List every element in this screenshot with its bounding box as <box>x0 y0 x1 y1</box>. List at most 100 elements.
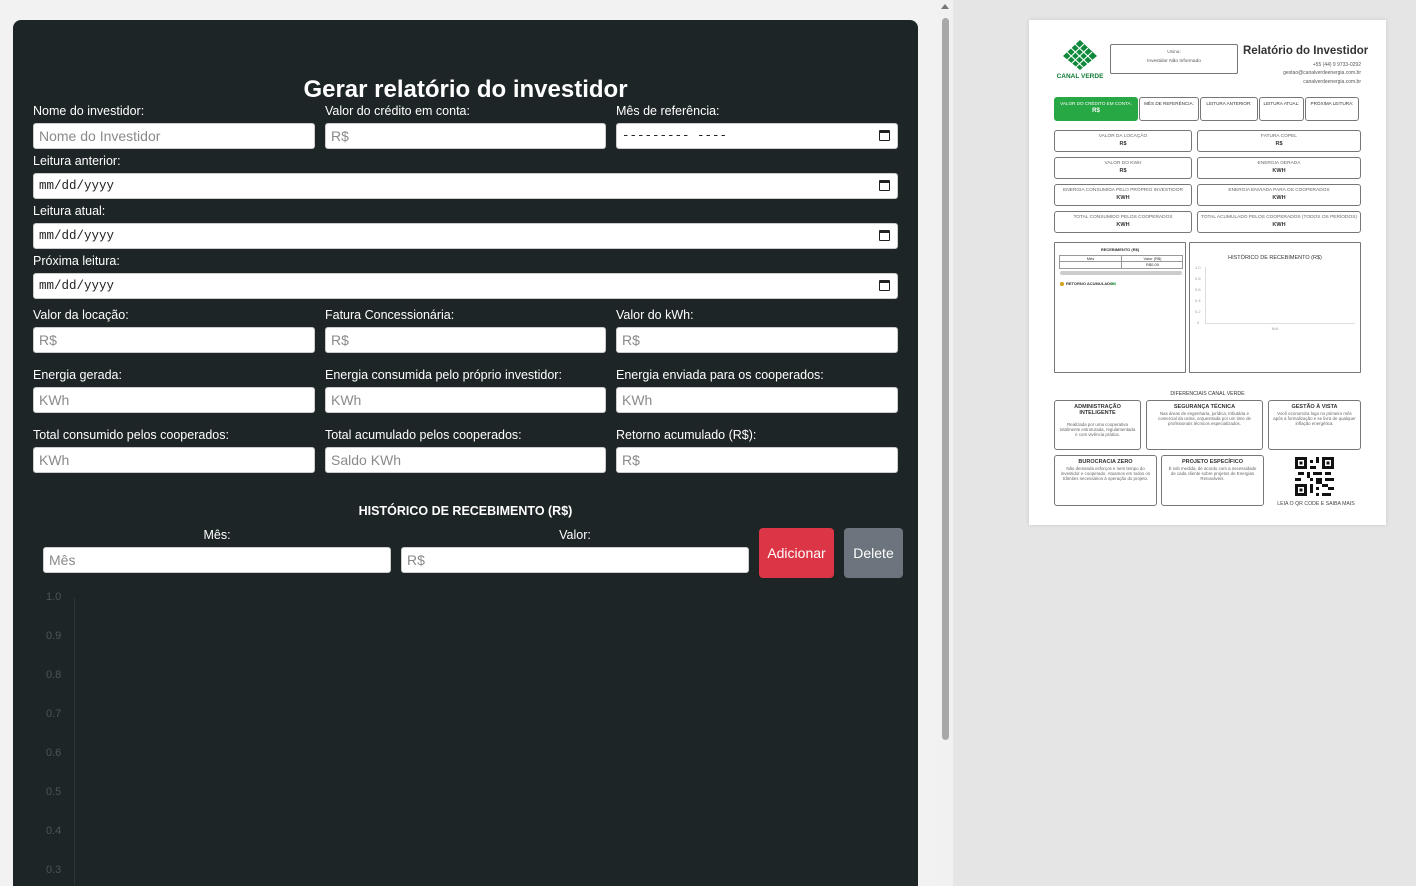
card-label: FATURA COPEL <box>1261 134 1297 139</box>
energy-sent-label: Energia enviada para os cooperados: <box>616 368 824 382</box>
brand-name: CANAL VERDE <box>1056 73 1104 80</box>
report-card: VALOR DA LOCAÇÃO R$ <box>1054 130 1192 152</box>
y-tick-label: 0.7 <box>46 708 62 720</box>
previous-reading-input[interactable]: mm/dd/yyyy <box>33 173 898 199</box>
report-card: TOTAL CONSUMIDO PELOS COOPERADOS KWH <box>1054 211 1192 233</box>
scrollbar-thumb[interactable] <box>942 18 949 740</box>
total-accumulated-input[interactable]: Saldo KWh <box>325 447 606 473</box>
form-title: Gerar relatório do investidor <box>303 76 628 103</box>
y-tick-label: 0.4 <box>46 825 62 837</box>
qr-caption: LEIA O QR CODE E SAIBA MAIS <box>1277 501 1355 507</box>
mini-receipts-box: RECEBIMENTO (R$) Mês Valor (R$) R$0,00 R… <box>1054 242 1186 373</box>
card-label: ENERGIA ENVIADA PARA OS COOPERADOS <box>1228 188 1330 193</box>
current-reading-value: mm/dd/yyyy <box>39 229 115 243</box>
card-value: R$ <box>1275 141 1283 147</box>
calendar-icon[interactable] <box>879 130 890 141</box>
feature-desc: É sob medida, de acordo com a necessidad… <box>1168 466 1257 482</box>
next-reading-input[interactable]: mm/dd/yyyy <box>33 273 898 299</box>
delete-button[interactable]: Delete <box>844 528 903 578</box>
calendar-icon[interactable] <box>879 180 890 191</box>
mini-return-label: RETORNO ACUMULADO: <box>1066 281 1115 286</box>
qr-code-icon <box>1295 457 1334 496</box>
energy-self-consumed-input[interactable]: KWh <box>325 387 606 413</box>
credit-value-label: Valor do crédito em conta: <box>325 104 470 118</box>
mini-table-month-header: Mês <box>1086 256 1095 261</box>
calendar-icon[interactable] <box>879 230 890 241</box>
previous-reading-tab: LEITURA ANTERIOR: <box>1200 97 1258 121</box>
report-form-panel: Gerar relatório do investidor Nome do in… <box>13 20 918 886</box>
coin-icon <box>1060 282 1064 286</box>
investor-name-input[interactable]: Nome do Investidor <box>33 123 315 149</box>
chart-y-axis-line <box>74 598 75 886</box>
y-tick-label: 0.5 <box>46 786 62 798</box>
energy-self-consumed-label: Energia consumida pelo próprio investido… <box>325 368 562 382</box>
mini-chart-title: HISTÓRICO DE RECEBIMENTO (R$) <box>1228 255 1322 261</box>
rental-value-input[interactable]: R$ <box>33 327 315 353</box>
credit-value-tab: VALOR DO CRÉDITO EM CONTA: R$ <box>1054 97 1138 121</box>
card-label: ENERGIA GERADA <box>1257 161 1301 166</box>
add-button[interactable]: Adicionar <box>759 528 834 578</box>
card-value: KWH <box>1272 195 1286 201</box>
history-month-label: Mês: <box>203 528 231 542</box>
card-label: TOTAL ACUMULADO PELOS COOPERADOS (TODOS … <box>1200 215 1358 220</box>
current-reading-input[interactable]: mm/dd/yyyy <box>33 223 898 249</box>
mini-table: Mês Valor (R$) R$0,00 <box>1059 255 1183 269</box>
feature-card: BUROCRACIA ZERO Não demanda esforços e n… <box>1054 455 1157 506</box>
mini-chart-x-label: N/A <box>1271 326 1279 331</box>
card-value: KWH <box>1272 222 1286 228</box>
reference-month-tab-label: MÊS DE REFERÊNCIA: <box>1144 101 1194 106</box>
reference-month-input[interactable]: --------- ---- <box>616 123 898 149</box>
feature-title: SEGURANÇA TÉCNICA <box>1173 404 1236 410</box>
card-value: R$ <box>1119 168 1127 174</box>
feature-card: PROJETO ESPECÍFICO É sob medida, de acor… <box>1161 455 1264 506</box>
usina-box: Usina: Investidor Não Informado <box>1110 44 1238 74</box>
accumulated-return-input[interactable]: R$ <box>616 447 898 473</box>
history-value-label: Valor: <box>559 528 591 542</box>
credit-value-input[interactable]: R$ <box>325 123 606 149</box>
kwh-value-input[interactable]: R$ <box>616 327 898 353</box>
previous-reading-tab-label: LEITURA ANTERIOR: <box>1206 101 1252 106</box>
kwh-value-label: Valor do kWh: <box>616 308 694 322</box>
scroll-up-arrow-icon[interactable] <box>941 4 949 9</box>
mini-table-scrollbar[interactable] <box>1060 271 1182 275</box>
feature-card: GESTÃO À VISTA Você economiza logo no pr… <box>1268 400 1361 450</box>
card-value: KWH <box>1116 222 1130 228</box>
total-consumed-input[interactable]: KWh <box>33 447 315 473</box>
history-title: HISTÓRICO DE RECEBIMENTO (R$) <box>358 504 573 518</box>
y-tick-label: 0.9 <box>46 630 62 642</box>
report-email: gestao@canalverdeenergia.com.br <box>1283 70 1361 76</box>
mini-table-title: RECEBIMENTO (R$) <box>1100 247 1140 252</box>
next-reading-tab: PRÓXIMA LEITURA: <box>1305 97 1359 121</box>
utility-bill-input[interactable]: R$ <box>325 327 606 353</box>
investor-name-label: Nome do investidor: <box>33 104 145 118</box>
previous-reading-label: Leitura anterior: <box>33 154 121 168</box>
feature-title: BUROCRACIA ZERO <box>1078 459 1133 465</box>
mini-y-tick: 0.6 <box>1195 287 1201 292</box>
feature-card: ADMINISTRAÇÃO INTELIGENTE Realizada por … <box>1054 400 1141 450</box>
credit-value-tab-label: VALOR DO CRÉDITO EM CONTA: <box>1060 101 1132 106</box>
report-card: TOTAL ACUMULADO PELOS COOPERADOS (TODOS … <box>1197 211 1361 233</box>
next-reading-tab-label: PRÓXIMA LEITURA: <box>1310 101 1354 106</box>
previous-reading-value: mm/dd/yyyy <box>39 179 115 193</box>
report-card: ENERGIA CONSUMIDA PELO PRÓPRIO INVESTIDO… <box>1054 184 1192 206</box>
energy-generated-input[interactable]: KWh <box>33 387 315 413</box>
card-label: VALOR DA LOCAÇÃO <box>1098 134 1148 139</box>
next-reading-label: Próxima leitura: <box>33 254 120 268</box>
report-site: canalverdeenergia.com.br <box>1303 79 1361 85</box>
history-month-input[interactable]: Mês <box>43 547 391 573</box>
current-reading-label: Leitura atual: <box>33 204 106 218</box>
mini-y-tick: 0.4 <box>1195 298 1201 303</box>
energy-sent-input[interactable]: KWh <box>616 387 898 413</box>
mini-y-tick: 0.8 <box>1195 276 1201 281</box>
mini-y-tick: 0 <box>1197 320 1200 325</box>
history-value-input[interactable]: R$ <box>401 547 749 573</box>
calendar-icon[interactable] <box>879 280 890 291</box>
mini-table-row-value: R$0,00 <box>1146 262 1159 267</box>
reference-month-value: --------- ---- <box>622 129 728 143</box>
mini-chart-axis <box>1205 323 1355 324</box>
mini-chart-axis <box>1205 267 1206 323</box>
card-label: ENERGIA CONSUMIDA PELO PRÓPRIO INVESTIDO… <box>1063 188 1183 193</box>
feature-desc: Nas áreas de engenharia, jurídica, tribu… <box>1158 411 1251 427</box>
feature-desc: Não demanda esforços e nem tempo do inve… <box>1060 466 1151 482</box>
credit-value-tab-value: R$ <box>1092 108 1100 114</box>
